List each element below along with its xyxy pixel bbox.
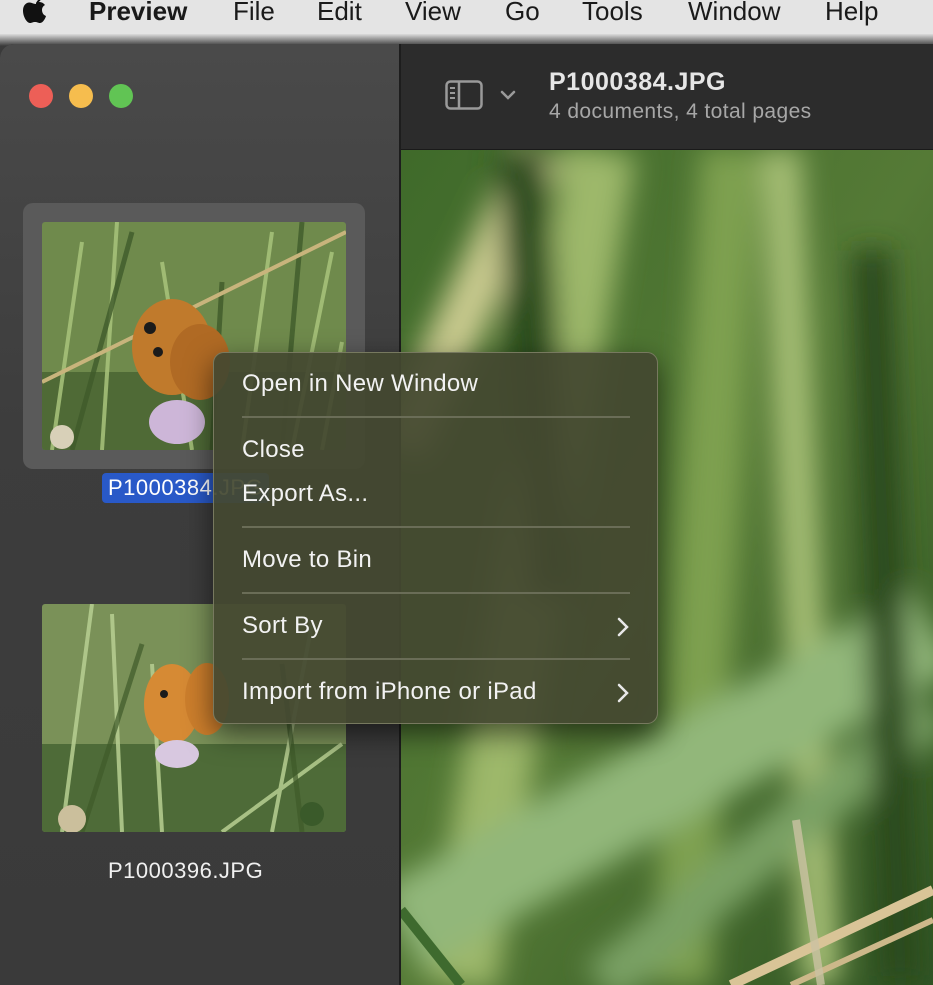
- menu-item-export-as[interactable]: Export As...: [242, 480, 368, 508]
- chevron-down-icon[interactable]: [499, 88, 517, 102]
- menu-item-import-from-iphone[interactable]: Import from iPhone or iPad: [242, 678, 537, 706]
- menu-item-open-new-window[interactable]: Open in New Window: [242, 370, 478, 398]
- toolbar: P1000384.JPG 4 documents, 4 total pages: [401, 44, 933, 150]
- menu-window[interactable]: Window: [688, 0, 780, 28]
- sidebar-icon[interactable]: [445, 80, 483, 110]
- menu-item-sort-by[interactable]: Sort By: [242, 612, 323, 640]
- document-title: P1000384.JPG: [549, 68, 726, 96]
- menu-tools[interactable]: Tools: [582, 0, 643, 28]
- menu-bar: Preview File Edit View Go Tools Window H…: [0, 0, 933, 34]
- menu-view[interactable]: View: [405, 0, 461, 28]
- menu-separator: [242, 526, 630, 528]
- zoom-window-button[interactable]: [109, 84, 133, 108]
- menu-separator: [242, 416, 630, 418]
- menu-help[interactable]: Help: [825, 0, 878, 28]
- menu-item-move-to-bin[interactable]: Move to Bin: [242, 546, 372, 574]
- close-window-button[interactable]: [29, 84, 53, 108]
- menu-separator: [242, 658, 630, 660]
- document-subtitle: 4 documents, 4 total pages: [549, 100, 812, 123]
- apple-logo-icon[interactable]: [22, 0, 50, 26]
- chevron-right-icon: [617, 617, 629, 637]
- context-menu: Open in New Window Close Export As... Mo…: [213, 352, 658, 724]
- chevron-right-icon: [617, 683, 629, 703]
- minimize-window-button[interactable]: [69, 84, 93, 108]
- menu-file[interactable]: File: [233, 0, 275, 28]
- menu-item-close[interactable]: Close: [242, 436, 305, 464]
- menu-edit[interactable]: Edit: [317, 0, 362, 28]
- thumbnail-label-2[interactable]: P1000396.JPG: [108, 858, 263, 884]
- menu-go[interactable]: Go: [505, 0, 540, 28]
- menu-app-name[interactable]: Preview: [89, 0, 187, 28]
- menu-separator: [242, 592, 630, 594]
